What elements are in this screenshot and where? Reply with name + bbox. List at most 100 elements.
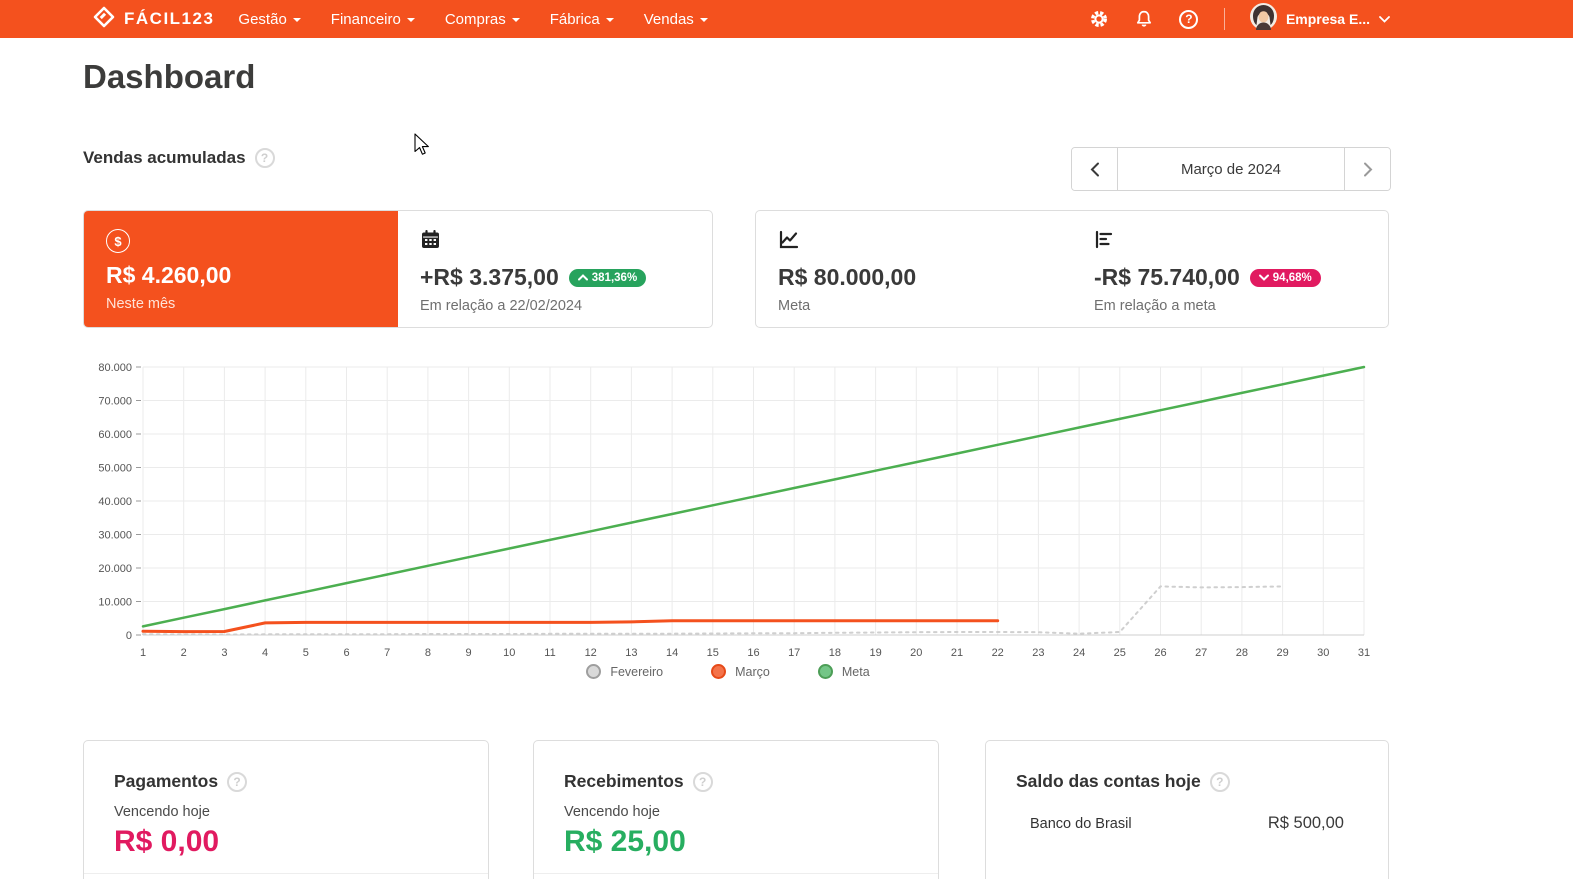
help-icon[interactable]: ? [1179,9,1199,29]
vs-meta-badge: 94,68% [1249,268,1321,287]
legend-item-meta[interactable]: Meta [817,664,870,679]
kpi-vs-meta: -R$ 75.740,00 94,68% Em relação a meta [1072,211,1388,327]
brand-name: FÁCIL123 [124,9,215,28]
nav-gestao-label: Gestão [238,10,287,28]
svg-text:18: 18 [829,647,841,659]
kpi-current-value: R$ 4.260,00 [106,262,232,288]
brand-logo[interactable]: FÁCIL123 [93,6,214,33]
kpi-meta-label: Meta [778,298,811,314]
notifications-bell-icon[interactable] [1134,9,1154,29]
nav-compras[interactable]: Compras [445,11,520,28]
svg-text:27: 27 [1195,647,1207,659]
kpi-current-month: $ R$ 4.260,00 Neste mês [84,211,398,327]
svg-text:14: 14 [666,647,678,659]
month-navigator: Março de 2024 [1071,147,1391,191]
kpi-current-label: Neste mês [106,296,176,312]
svg-text:40.000: 40.000 [98,496,132,508]
pagamentos-title: Pagamentos [114,771,219,791]
svg-text:16: 16 [747,647,759,659]
legend-dot [817,664,833,679]
svg-text:50.000: 50.000 [98,463,132,475]
bar-chart-icon [1094,230,1116,254]
svg-text:7: 7 [384,647,390,659]
help-glyph: ? [1179,9,1199,29]
legend-label: Março [735,664,770,679]
kpi-vs-meta-value: -R$ 75.740,00 [1094,264,1240,290]
svg-text:31: 31 [1358,647,1370,659]
svg-text:22: 22 [992,647,1004,659]
svg-text:19: 19 [869,647,881,659]
svg-text:15: 15 [707,647,719,659]
chevron-down-icon [1379,15,1390,23]
kpi-meta: R$ 80.000,00 Meta [756,211,1072,327]
legend-item-fevereiro[interactable]: Fevereiro [586,664,663,679]
sales-section-title: Vendas acumuladas [83,148,246,167]
recebimentos-help-icon[interactable]: ? [692,771,713,792]
saldo-help-icon[interactable]: ? [1209,771,1230,792]
svg-text:4: 4 [262,647,268,659]
kpi-delta: +R$ 3.375,00 381,36% Em relação a 22/02/… [398,211,712,327]
chevron-up-icon [577,274,588,281]
chevron-down-icon [292,18,301,22]
chevron-down-icon [605,18,614,22]
nav-fabrica[interactable]: Fábrica [550,11,614,28]
saldo-card: Saldo das contas hoje ? Banco do Brasil … [985,740,1389,879]
svg-text:13: 13 [625,647,637,659]
legend-dot [711,664,727,679]
chevron-left-icon [1090,162,1099,176]
svg-text:0: 0 [126,630,132,642]
svg-text:20.000: 20.000 [98,563,132,575]
saldo-title: Saldo das contas hoje [1016,771,1201,791]
user-name: Empresa E... [1285,11,1370,27]
apps-grid-icon[interactable] [1044,9,1064,29]
svg-text:25: 25 [1114,647,1126,659]
svg-text:1: 1 [140,647,146,659]
delta-badge: 381,36% [568,268,647,287]
svg-text:9: 9 [466,647,472,659]
meta-kpi-card: R$ 80.000,00 Meta -R$ 75.740,00 94,68% E… [755,210,1389,328]
prev-month-button[interactable] [1072,148,1117,190]
nav-gestao[interactable]: Gestão [238,10,301,28]
nav-financeiro-label: Financeiro [330,10,401,28]
chevron-down-icon [1258,274,1269,281]
settings-gear-icon[interactable] [1089,9,1109,29]
svg-text:20: 20 [910,647,922,659]
sales-help-icon[interactable]: ? [254,148,275,168]
legend-item-março[interactable]: Março [711,664,770,679]
sales-chart-svg: 0 10.000 20.000 30.000 40.000 50.000 60.000 70.… [98,362,1370,659]
svg-text:17: 17 [788,647,800,659]
dollar-icon: $ [106,229,130,253]
top-navbar: FÁCIL123 Gestão Financeiro Compras Fábri… [0,0,1573,38]
account-amount: R$ 500,00 [1267,814,1344,832]
nav-compras-label: Compras [444,10,506,28]
next-month-button[interactable] [1345,148,1390,190]
recebimentos-subtitle: Vencendo hoje [564,804,660,820]
card-divider [534,873,938,874]
svg-text:2: 2 [181,647,187,659]
nav-vendas[interactable]: Vendas [644,11,708,28]
card-divider [84,873,488,874]
svg-text:8: 8 [425,647,431,659]
kpi-delta-value: +R$ 3.375,00 [420,264,559,290]
recebimentos-value: R$ 25,00 [564,825,686,858]
svg-text:24: 24 [1073,647,1085,659]
nav-financeiro[interactable]: Financeiro [331,11,415,28]
recebimentos-card: Recebimentos ? Vencendo hoje R$ 25,00 [533,740,939,879]
pagamentos-help-icon[interactable]: ? [227,771,248,792]
legend-label: Meta [841,664,870,679]
pagamentos-card: Pagamentos ? Vencendo hoje R$ 0,00 [83,740,489,879]
svg-text:6: 6 [343,647,349,659]
month-label[interactable]: Março de 2024 [1117,148,1345,190]
svg-text:23: 23 [1032,647,1044,659]
calendar-icon [420,230,441,254]
legend-label: Fevereiro [610,664,664,679]
kpi-delta-label: Em relação a 22/02/2024 [420,298,583,314]
topbar-divider [1223,8,1225,30]
pagamentos-subtitle: Vencendo hoje [114,804,210,820]
legend-dot [586,664,602,679]
facil123-diamond-icon [93,6,115,33]
user-menu[interactable]: Empresa E... [1249,3,1390,35]
svg-text:80.000: 80.000 [98,362,132,374]
line-chart-icon [778,230,800,254]
svg-text:60.000: 60.000 [98,429,132,441]
